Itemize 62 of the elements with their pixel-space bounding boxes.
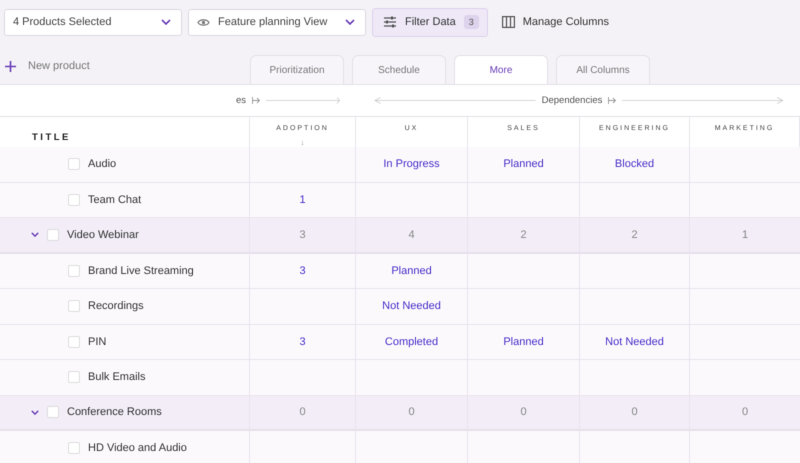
expand-icon[interactable] [608,97,616,104]
table-cell: 3 [250,324,356,360]
table-cell: In Progress [356,147,468,182]
table-cell: 1 [250,182,356,218]
row-title: Brand Live Streaming [88,264,194,277]
table-cell: 0 [468,396,580,431]
column-group-label: Dependencies [542,95,602,106]
table-cell: Not Needed [580,324,690,360]
view-tab[interactable]: All Columns [556,55,650,84]
table-cell: Completed [356,324,468,360]
row-title: Bulk Emails [88,371,146,384]
chevron-down-icon [345,19,355,25]
eye-icon [197,18,210,26]
view-tab[interactable]: Prioritization [250,55,344,84]
row-checkbox[interactable] [68,371,80,384]
table-cell: 0 [580,396,690,431]
sliders-icon [383,16,397,28]
view-tab[interactable]: More [454,55,548,84]
filter-count: 3 [464,15,479,29]
row-checkbox[interactable] [68,264,80,277]
plus-icon [5,60,16,72]
row-checkbox[interactable] [68,336,80,348]
row-title: Audio [88,158,116,170]
table-cell: 0 [690,396,800,431]
table-cell: 0 [356,396,468,431]
table-cell: Planned [356,254,468,289]
table-cell: 4 [356,218,468,254]
chevron-down-icon[interactable] [31,232,39,238]
expand-icon[interactable] [252,97,260,104]
table-cell: Blocked [580,147,690,182]
table-cell: 1 [690,218,800,254]
column-group-label: es [236,95,246,106]
row-title: PIN [88,336,106,348]
row-checkbox[interactable] [68,442,80,454]
table-cell: 2 [580,218,690,254]
row-title: Team Chat [88,194,142,206]
row-checkbox[interactable] [68,194,80,206]
product-select[interactable]: 4 Products Selected [4,8,182,36]
row-title: Recordings [88,300,144,312]
column-header[interactable]: TITLE [32,132,71,143]
row-checkbox[interactable] [47,228,59,241]
row-checkbox[interactable] [68,300,80,312]
columns-icon [502,16,515,28]
table-cell: Planned [468,147,580,182]
new-product-button[interactable]: New product [0,60,250,84]
table-cell: 0 [250,396,356,431]
row-checkbox[interactable] [68,158,80,170]
row-title: HD Video and Audio [88,442,187,454]
row-title: Conference Rooms [67,406,162,418]
table-cell: 3 [250,254,356,289]
filter-button[interactable]: Filter Data 3 [372,8,488,36]
row-title: Video Webinar [67,228,139,241]
row-checkbox[interactable] [47,406,59,418]
table-cell: Planned [468,324,580,360]
table-cell: 3 [250,218,356,254]
view-select[interactable]: Feature planning View [188,8,366,36]
chevron-down-icon [161,19,171,25]
table-cell: Not Needed [356,289,468,324]
chevron-down-icon[interactable] [31,410,39,415]
view-tab[interactable]: Schedule [352,55,446,84]
manage-columns-button[interactable]: Manage Columns [494,16,617,28]
table-cell: 2 [468,218,580,254]
